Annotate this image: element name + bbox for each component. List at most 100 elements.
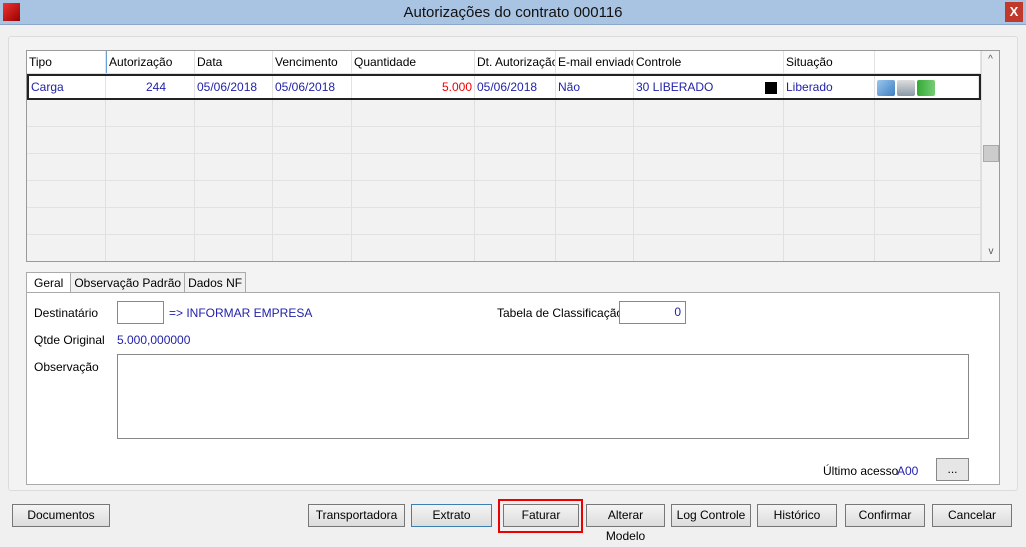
empty-cell — [273, 100, 352, 126]
col-situacao[interactable]: Situação — [784, 51, 875, 73]
empty-cell — [273, 235, 352, 261]
col-email[interactable]: E-mail enviado — [556, 51, 634, 73]
grid-header: Tipo Autorização Data Vencimento Quantid… — [27, 51, 981, 74]
empty-cell — [556, 208, 634, 234]
table-row[interactable]: Carga 244 05/06/2018 05/06/2018 5.000 05… — [27, 74, 981, 100]
empty-row — [27, 235, 981, 261]
log-controle-button[interactable]: Log Controle — [671, 504, 751, 527]
cell-email: Não — [556, 76, 634, 98]
tab-geral[interactable]: Geral — [26, 272, 72, 294]
empty-cell — [195, 100, 273, 126]
cell-dt-autorizacao: 05/06/2018 — [475, 76, 556, 98]
col-dt-autorizacao[interactable]: Dt. Autorização — [475, 51, 556, 73]
empty-cell — [27, 208, 106, 234]
observacao-textarea[interactable] — [117, 354, 969, 439]
destinatario-input[interactable] — [117, 301, 164, 324]
col-controle[interactable]: Controle — [634, 51, 784, 73]
cell-data: 05/06/2018 — [195, 76, 273, 98]
color-swatch — [765, 82, 777, 94]
authorizations-grid: Tipo Autorização Data Vencimento Quantid… — [26, 50, 1000, 262]
close-button[interactable]: X — [1005, 2, 1023, 22]
empty-cell — [195, 181, 273, 207]
empty-cell — [634, 100, 784, 126]
empty-cell — [106, 208, 195, 234]
empty-cell — [475, 235, 556, 261]
alterar-modelo-button[interactable]: Alterar Modelo — [586, 504, 665, 543]
cell-situacao: Liberado — [784, 76, 875, 98]
shuffle-icon[interactable] — [917, 80, 935, 96]
empty-cell — [195, 127, 273, 153]
empty-cell — [195, 208, 273, 234]
historico-button[interactable]: Histórico — [757, 504, 837, 527]
tab-observacao-padrao[interactable]: Observação Padrão — [70, 272, 186, 293]
empty-cell — [475, 100, 556, 126]
empty-cell — [273, 154, 352, 180]
cell-quantidade: 5.000 — [352, 76, 475, 98]
empty-row — [27, 154, 981, 181]
col-actions — [875, 51, 981, 73]
empty-row — [27, 127, 981, 154]
empty-cell — [352, 181, 475, 207]
empty-cell — [273, 127, 352, 153]
send-email-icon[interactable] — [877, 80, 895, 96]
col-tipo[interactable]: Tipo — [27, 51, 106, 73]
empty-cell — [875, 154, 981, 180]
tab-bar: Geral Observação Padrão Dados NF — [26, 272, 247, 294]
empty-cell — [556, 100, 634, 126]
empty-cell — [475, 154, 556, 180]
qtde-value: 5.000,000000 — [117, 333, 191, 347]
ellipsis-button[interactable]: ... — [936, 458, 969, 481]
empty-cell — [27, 154, 106, 180]
extrato-button[interactable]: Extrato — [411, 504, 492, 527]
scroll-thumb[interactable] — [983, 145, 999, 162]
empty-cell — [195, 235, 273, 261]
empty-cell — [352, 208, 475, 234]
cell-autorizacao: 244 — [106, 76, 195, 98]
empty-row — [27, 181, 981, 208]
empty-cell — [784, 127, 875, 153]
empty-cell — [556, 154, 634, 180]
empty-cell — [875, 208, 981, 234]
tabela-input[interactable]: 0 — [619, 301, 686, 324]
col-autorizacao[interactable]: Autorização — [106, 51, 195, 73]
cancelar-button[interactable]: Cancelar — [932, 504, 1012, 527]
controle-text: 30 LIBERADO — [636, 80, 714, 94]
empty-cell — [556, 127, 634, 153]
empty-cell — [475, 127, 556, 153]
empty-cell — [784, 235, 875, 261]
empty-cell — [352, 100, 475, 126]
empty-cell — [784, 100, 875, 126]
empty-cell — [875, 100, 981, 126]
empty-cell — [475, 181, 556, 207]
destinatario-hint: => INFORMAR EMPRESA — [169, 306, 313, 320]
cell-tipo: Carga — [29, 76, 106, 98]
ultimo-acesso-label: Último acesso — [823, 464, 899, 478]
empty-cell — [106, 154, 195, 180]
empty-cell — [634, 181, 784, 207]
confirmar-button[interactable]: Confirmar — [845, 504, 925, 527]
empty-cell — [556, 235, 634, 261]
empty-cell — [634, 235, 784, 261]
cell-controle: 30 LIBERADO — [634, 76, 784, 98]
empty-cell — [27, 127, 106, 153]
col-data[interactable]: Data — [195, 51, 273, 73]
scroll-down-button[interactable]: v — [982, 243, 999, 261]
tab-dados-nf[interactable]: Dados NF — [184, 272, 247, 293]
empty-row — [27, 100, 981, 127]
empty-cell — [352, 127, 475, 153]
documentos-button[interactable]: Documentos — [12, 504, 110, 527]
observacao-label: Observação — [34, 360, 99, 374]
empty-cell — [352, 154, 475, 180]
empty-cell — [27, 181, 106, 207]
col-vencimento[interactable]: Vencimento — [273, 51, 352, 73]
empty-cell — [556, 181, 634, 207]
qtde-label: Qtde Original — [34, 333, 105, 347]
grid-scrollbar[interactable]: ^ v — [981, 51, 999, 261]
empty-cell — [106, 127, 195, 153]
transportadora-button[interactable]: Transportadora — [308, 504, 405, 527]
empty-cell — [27, 235, 106, 261]
window-title: Autorizações do contrato 000116 — [403, 4, 623, 21]
col-quantidade[interactable]: Quantidade — [352, 51, 475, 73]
print-icon[interactable] — [897, 80, 915, 96]
scroll-up-button[interactable]: ^ — [982, 51, 999, 69]
